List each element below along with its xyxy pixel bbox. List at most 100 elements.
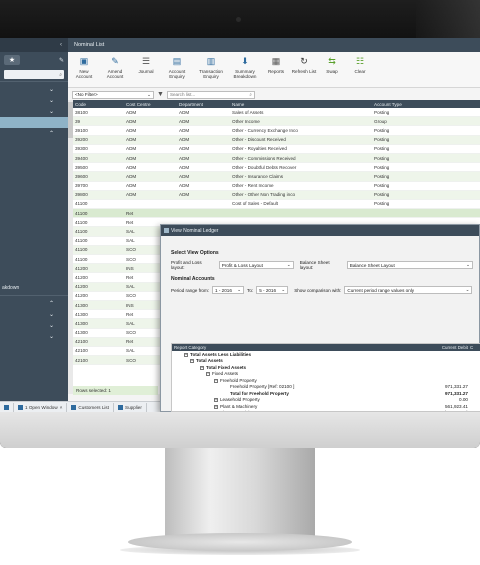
expand-icon[interactable]: +: [214, 398, 218, 403]
table-cell: 41100: [75, 210, 88, 216]
chevron-down-icon: ⌄: [281, 287, 286, 292]
collapse-icon[interactable]: −: [200, 365, 204, 370]
table-cell: 39300: [75, 146, 88, 152]
toolbar-button-account-enquiry[interactable]: ▤ Account Enquiry: [161, 56, 193, 80]
toolbar-button-new-account[interactable]: ▣ New Account: [71, 56, 97, 80]
column-header-report-category[interactable]: Report Category: [172, 345, 418, 350]
table-cell: ADM: [126, 155, 137, 161]
taskbar-customers-list[interactable]: Customers List: [67, 402, 115, 412]
collapse-icon[interactable]: −: [214, 378, 218, 383]
table-row[interactable]: 39200 ADM ADM Other - Discount Received Post…: [73, 135, 480, 145]
dialog-title-bar[interactable]: View Nominal Ledger: [161, 225, 479, 236]
column-header-account-type[interactable]: Account Type: [374, 102, 454, 107]
table-cell: Other - Commissions Received: [232, 155, 296, 161]
star-icon[interactable]: ★: [4, 55, 20, 65]
nav-item[interactable]: [0, 194, 68, 205]
toolbar-button-clear[interactable]: ☷ Clear: [347, 56, 373, 75]
tree-row-current-debit: 971,331.27: [445, 384, 468, 390]
nav-item-summary-breakdown[interactable]: akdown: [0, 282, 68, 293]
taskbar-label: Supplier: [125, 404, 142, 410]
collapse-icon[interactable]: −: [190, 359, 194, 364]
table-cell: Cost of Sales - Default: [232, 201, 278, 207]
expand-icon[interactable]: +: [214, 404, 218, 409]
nav-group-5[interactable]: ⌃: [0, 298, 68, 309]
period-to-select[interactable]: 5 - 2016 ⌄: [256, 286, 289, 294]
taskbar-suppliers[interactable]: Supplier: [114, 402, 147, 412]
filter-value: <No Filter>: [75, 92, 98, 97]
table-row[interactable]: 38100 ADM ADM Sales of Assets Posting: [73, 108, 480, 118]
toolbar-button-journal[interactable]: ☰ Journal: [133, 56, 159, 75]
tree-row[interactable]: Freehold Property [Ref: 02100 ] 971,331.2…: [172, 384, 480, 391]
toolbar-button-transaction-enquiry[interactable]: ▥ Transaction Enquiry: [195, 56, 227, 80]
toolbar-button-label: Refresh List: [291, 69, 317, 74]
collapse-icon[interactable]: −: [184, 352, 188, 357]
nav-item[interactable]: [0, 183, 68, 194]
nav-group-8[interactable]: ⌄: [0, 331, 68, 342]
taskbar-menu-button[interactable]: [0, 402, 14, 412]
column-header-current-debit[interactable]: Current Debit: [418, 345, 470, 350]
column-header-department[interactable]: Department: [179, 102, 232, 107]
toolbar-button-amend-account[interactable]: ✎ Amend Account: [99, 56, 131, 80]
nav-item[interactable]: [0, 271, 68, 282]
table-cell: 39200: [75, 137, 88, 143]
nav-group-6[interactable]: ⌄: [0, 309, 68, 320]
nav-item[interactable]: [0, 216, 68, 227]
filter-select[interactable]: <No Filter> ⌄: [72, 90, 154, 99]
nav-item[interactable]: [0, 205, 68, 216]
taskbar-open-windows[interactable]: 1 Open Window ˄: [14, 402, 68, 412]
nav-item[interactable]: [0, 139, 68, 150]
navigation-search-input[interactable]: ⌕: [4, 70, 64, 79]
column-header-name[interactable]: Name: [232, 102, 374, 107]
table-row[interactable]: 41100 Cost of Sales - Default Posting: [73, 200, 480, 210]
bs-layout-select[interactable]: Balance Sheet Layout ⌄: [346, 261, 473, 269]
nav-group-3[interactable]: ⌄: [0, 106, 68, 117]
table-row[interactable]: 39800 ADM ADM Other - Other Non Trading inc…: [73, 190, 480, 200]
table-row[interactable]: 41100 Ret: [73, 209, 480, 219]
search-input[interactable]: Search list... ⌕: [166, 90, 255, 99]
nav-group-4[interactable]: ⌃: [0, 128, 68, 139]
table-cell: ADM: [179, 118, 190, 124]
nav-item[interactable]: [0, 238, 68, 249]
table-row[interactable]: 39300 ADM ADM Other - Royalties Received Pos…: [73, 145, 480, 154]
nav-group-2[interactable]: ⌄: [0, 95, 68, 106]
table-cell: Group: [374, 118, 387, 124]
nav-item[interactable]: [0, 260, 68, 271]
nav-item-active[interactable]: [0, 117, 68, 128]
tree-row[interactable]: + Leasehold Property 0.00: [172, 397, 480, 404]
column-header-code[interactable]: Code: [73, 102, 126, 107]
table-row[interactable]: 39700 ADM ADM Other - Rent Income Posting: [73, 182, 480, 191]
nav-group-7[interactable]: ⌄: [0, 320, 68, 331]
toolbar-button-reports[interactable]: ▦ Reports: [263, 56, 289, 75]
table-row[interactable]: 39 ADM ADM Other Income Group: [73, 117, 480, 127]
nav-item[interactable]: [0, 172, 68, 183]
window-title: Nominal List: [68, 38, 480, 52]
taskbar-label: Customers List: [78, 404, 110, 410]
nav-item[interactable]: [0, 227, 68, 238]
nav-item[interactable]: [0, 249, 68, 260]
collapse-pane-button[interactable]: ‹: [0, 38, 68, 52]
nav-item[interactable]: [0, 150, 68, 161]
table-row[interactable]: 39600 ADM ADM Other - Insurance Claims Posti…: [73, 172, 480, 182]
comparison-select[interactable]: Current period range values only ⌄: [344, 286, 473, 294]
tree-body: − Total Assets Less Liabilities − Total Ass…: [172, 351, 480, 411]
period-from-select[interactable]: 1 - 2016 ⌄: [212, 286, 245, 294]
toolbar-button-summary-breakdown[interactable]: ⬇ Summary Breakdown: [229, 56, 261, 80]
nav-item[interactable]: [0, 161, 68, 172]
column-header-current-credit[interactable]: C: [470, 345, 480, 350]
column-header-cost-centre[interactable]: Cost Centre: [126, 102, 179, 107]
table-row[interactable]: 39400 ADM ADM Other - Commissions Received P…: [73, 153, 480, 164]
window-icon: [71, 404, 77, 410]
toolbar-button-swap[interactable]: ⇆ Swap: [319, 56, 345, 75]
chevron-up-icon: ⌃: [48, 131, 54, 137]
table-row[interactable]: 39100 ADM ADM Other - Currency Exchange Inc…: [73, 126, 480, 136]
pencil-icon[interactable]: ✎: [59, 57, 64, 64]
funnel-icon[interactable]: ▼: [157, 91, 164, 98]
tree-header: Report Category Current Debit C: [172, 344, 480, 351]
tree-row[interactable]: Total for Freehold Property 971,331.27: [172, 390, 480, 397]
tree-row[interactable]: + Plant & Machinery 561,923.41: [172, 403, 480, 410]
toolbar-button-refresh[interactable]: ↻ Refresh List: [291, 56, 317, 75]
pl-layout-select[interactable]: Profit & Loss Layout ⌄: [218, 261, 294, 269]
collapse-icon[interactable]: −: [206, 372, 210, 377]
table-row[interactable]: 39500 ADM ADM Other - Doubtful Debts Recove…: [73, 163, 480, 173]
nav-group-1[interactable]: ⌄: [0, 84, 68, 95]
